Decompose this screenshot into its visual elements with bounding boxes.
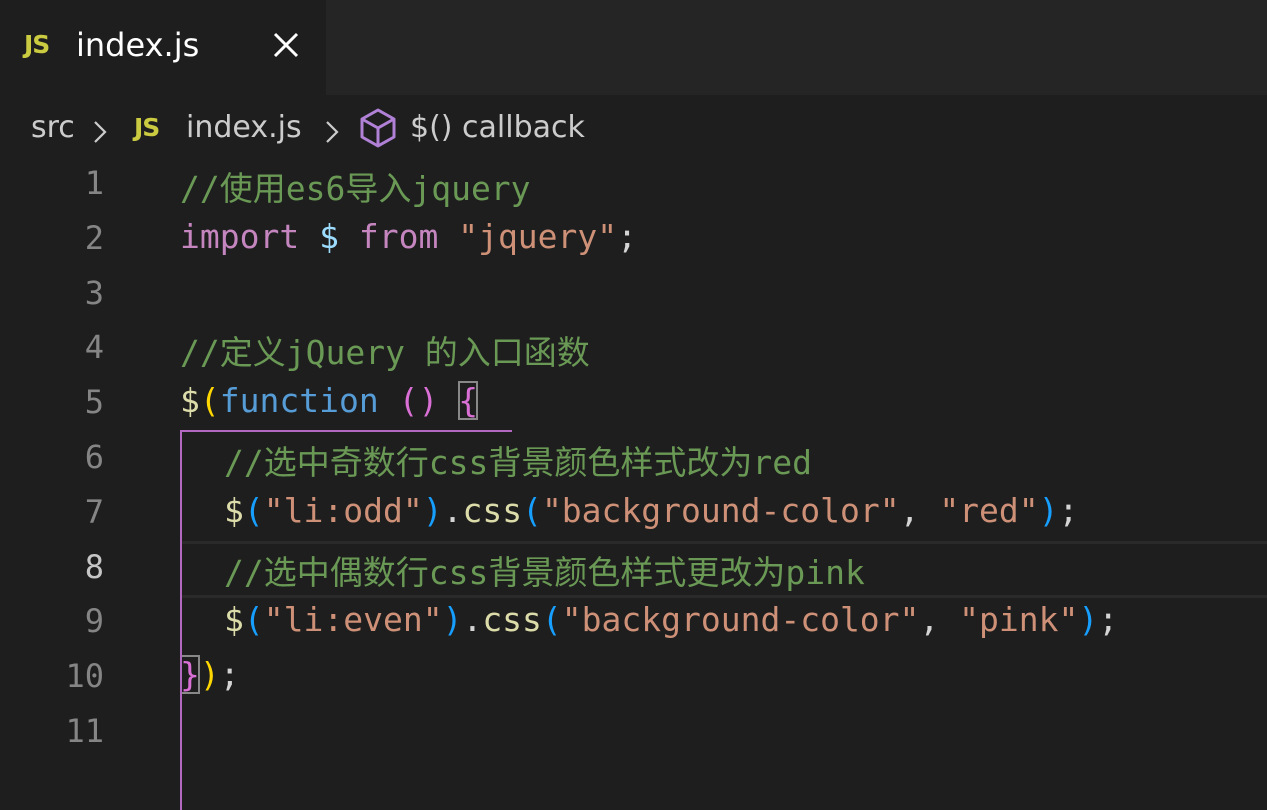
code-token: import — [180, 216, 300, 256]
line-number: 11 — [65, 712, 104, 750]
code-token: "background-color" — [561, 600, 920, 640]
code-token: $ — [319, 216, 339, 256]
code-token: , — [899, 490, 940, 530]
line-number: 4 — [84, 328, 104, 367]
code-text: $(function () { — [180, 381, 479, 421]
code-token: "li:even" — [263, 600, 443, 640]
code-token: ) — [442, 600, 463, 640]
code-line[interactable]: 2 import $ from "jquery"; — [0, 213, 1267, 268]
bracket-pair-guide — [180, 430, 182, 810]
code-token: ( — [243, 490, 264, 530]
code-token: ) — [199, 655, 220, 695]
tab-title: index.js — [76, 26, 200, 64]
code-token: ; — [617, 216, 638, 256]
symbol-method-cube-icon — [360, 108, 396, 148]
code-text: }); — [180, 655, 240, 695]
line-number: 6 — [84, 438, 104, 476]
code-text: //选中偶数行css背景颜色样式更改为pink — [224, 546, 865, 594]
code-line[interactable]: 3 — [0, 268, 1267, 323]
code-token: ( — [243, 600, 264, 640]
js-file-icon: JS — [24, 30, 50, 59]
code-line[interactable]: 7 $("li:odd").css("background-color", "re… — [0, 487, 1267, 542]
code-token: $ — [224, 490, 244, 530]
code-line[interactable]: 10}); — [0, 651, 1267, 706]
code-token: ( — [199, 381, 220, 421]
code-token: . — [462, 600, 483, 640]
code-token: "background-color" — [541, 490, 900, 530]
code-token: ; — [1098, 600, 1119, 640]
line-number: 5 — [84, 383, 104, 422]
breadcrumb: src JS index.js $() callback — [0, 105, 700, 155]
code-text: import $ from "jquery"; — [180, 217, 637, 256]
code-text: //选中奇数行css背景颜色样式改为red — [224, 436, 812, 484]
code-token: , — [919, 600, 960, 640]
code-token: } — [180, 655, 200, 695]
line-number: 7 — [84, 492, 104, 531]
line-number: 3 — [84, 273, 104, 312]
code-token: css — [482, 600, 542, 640]
code-line[interactable]: 1 //使用es6导入jquery — [0, 158, 1267, 213]
code-token: $ — [224, 600, 244, 640]
js-file-icon: JS — [134, 113, 160, 142]
code-text: $("li:even").css("background-color", "pi… — [224, 600, 1118, 639]
code-token: ; — [1058, 490, 1079, 530]
code-comment: //使用es6导入jquery — [180, 169, 531, 208]
breadcrumb-symbol[interactable]: $() callback — [410, 110, 585, 145]
chevron-right-icon — [94, 121, 107, 143]
code-token: "pink" — [959, 600, 1079, 640]
code-token: { — [458, 381, 479, 421]
code-token: "red" — [939, 490, 1039, 530]
code-comment: //选中偶数行css背景颜色样式更改为pink — [224, 552, 865, 592]
breadcrumb-folder[interactable]: src — [31, 110, 75, 145]
code-comment: //选中奇数行css背景颜色样式改为red — [224, 443, 812, 482]
breadcrumb-file[interactable]: index.js — [186, 110, 302, 145]
code-token: $ — [180, 381, 200, 421]
code-editor[interactable]: 1 //使用es6导入jquery 2 import $ from "jquery";… — [0, 158, 1267, 810]
code-token: function — [219, 381, 379, 421]
code-line[interactable]: 4 //定义jQuery 的入口函数 — [0, 322, 1267, 377]
line-number: 1 — [84, 164, 104, 202]
line-number: 9 — [84, 602, 104, 641]
code-line[interactable]: 6 //选中奇数行css背景颜色样式改为red — [0, 432, 1267, 487]
code-line[interactable]: 11 — [0, 706, 1267, 761]
line-number: 10 — [65, 657, 104, 696]
line-number: 2 — [84, 218, 104, 257]
code-token: ( — [522, 490, 542, 530]
code-token: ) — [1078, 600, 1099, 640]
code-line[interactable]: 8 //选中偶数行css背景颜色样式更改为pink — [0, 540, 1267, 598]
code-token: ) — [422, 490, 443, 530]
code-token: ; — [219, 655, 240, 695]
tab-bar: JS index.js — [0, 0, 1267, 95]
code-token: ) — [1038, 490, 1059, 530]
line-number: 8 — [84, 547, 104, 586]
code-text: //定义jQuery 的入口函数 — [180, 326, 590, 374]
close-icon[interactable] — [270, 29, 302, 61]
code-line[interactable]: 9 $("li:even").css("background-color", "p… — [0, 596, 1267, 651]
code-token: css — [462, 490, 523, 530]
code-token: "li:odd" — [263, 490, 423, 530]
bracket-pair-guide — [180, 430, 512, 432]
code-comment: //定义jQuery 的入口函数 — [180, 333, 590, 373]
code-token: () — [398, 381, 439, 421]
code-token: . — [442, 490, 463, 530]
code-token: "jquery" — [458, 216, 618, 256]
code-line[interactable]: 5 $(function () { — [0, 377, 1267, 432]
code-text: $("li:odd").css("background-color", "red… — [224, 491, 1078, 530]
code-token: ( — [541, 600, 562, 640]
code-text: //使用es6导入jquery — [180, 162, 531, 210]
code-token: from — [358, 216, 439, 256]
chevron-right-icon — [326, 121, 339, 143]
editor-tab-index-js[interactable]: JS index.js — [0, 0, 326, 95]
